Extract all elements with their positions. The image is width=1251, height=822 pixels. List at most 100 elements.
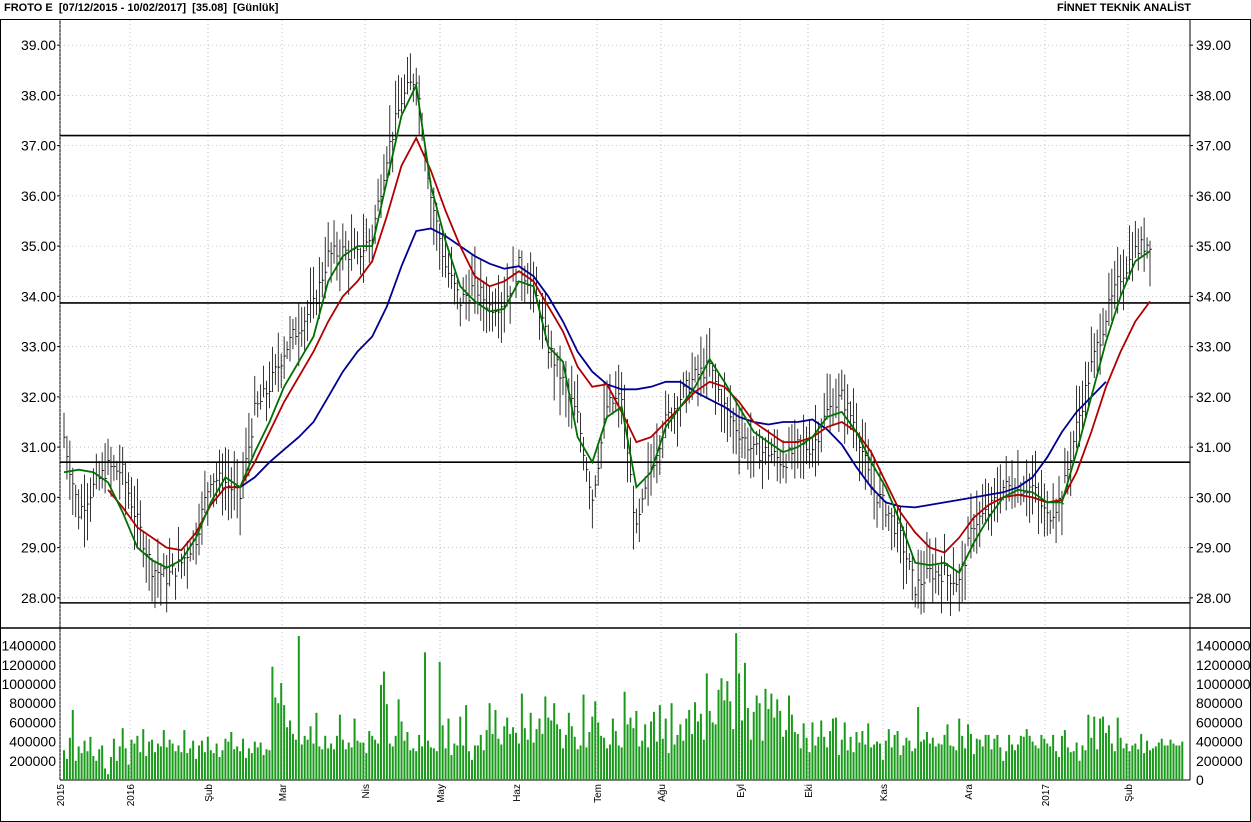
volume-bar xyxy=(418,734,421,780)
volume-bar xyxy=(550,720,553,780)
volume-bar xyxy=(647,747,650,780)
volume-bar xyxy=(858,742,861,780)
volume-bar xyxy=(714,724,717,780)
volume-bar xyxy=(1125,743,1128,780)
volume-bar xyxy=(104,768,107,780)
volume-bar xyxy=(556,724,559,780)
volume-bar xyxy=(805,737,808,780)
volume-bar xyxy=(174,751,177,780)
price-tick-right: 32.00 xyxy=(1196,389,1231,405)
ohlc-bars xyxy=(63,53,1152,616)
volume-bar xyxy=(432,748,435,780)
time-tick-label: Haz xyxy=(512,784,523,802)
volume-bar xyxy=(324,735,327,780)
volume-bar xyxy=(450,755,453,780)
volume-bar xyxy=(961,735,964,780)
volume-bar xyxy=(1084,750,1087,780)
volume-bar xyxy=(984,734,987,780)
volume-bar xyxy=(576,749,579,780)
volume-tick-left: 600000 xyxy=(9,714,56,730)
volume-bar xyxy=(755,695,758,780)
volume-bar xyxy=(330,743,333,780)
volume-bar xyxy=(151,739,154,780)
volume-bar xyxy=(68,737,71,780)
volume-bar xyxy=(608,744,611,780)
volume-bar xyxy=(300,744,303,780)
volume-bar xyxy=(1178,745,1181,780)
volume-bar xyxy=(283,705,286,780)
volume-bar xyxy=(547,717,550,780)
volume-bar xyxy=(1157,742,1160,780)
volume-bar xyxy=(1113,751,1116,780)
volume-bar xyxy=(849,736,852,780)
volume-bar xyxy=(80,753,83,780)
volume-bar xyxy=(567,712,570,780)
volume-bar xyxy=(685,718,688,780)
volume-bar xyxy=(793,732,796,780)
volume-bar xyxy=(462,745,465,780)
volume-bar xyxy=(71,709,74,780)
volume-bar xyxy=(491,733,494,780)
volume-bar xyxy=(1005,751,1008,780)
volume-bar xyxy=(227,741,230,780)
volume-bar xyxy=(790,714,793,780)
volume-bar xyxy=(394,735,397,780)
volume-bar xyxy=(1143,753,1146,780)
volume-bar xyxy=(1052,734,1055,780)
volume-bar xyxy=(978,739,981,780)
price-tick-left: 30.00 xyxy=(21,489,56,505)
volume-bar xyxy=(688,709,691,780)
volume-bar xyxy=(379,684,382,780)
volume-bar xyxy=(368,731,371,780)
volume-bar xyxy=(920,741,923,780)
volume-bar xyxy=(741,720,744,780)
volume-bar xyxy=(274,697,277,780)
volume-bar xyxy=(262,755,265,780)
volume-bar xyxy=(115,760,118,780)
volume-bar xyxy=(752,711,755,780)
volume-bar xyxy=(168,739,171,780)
volume-bar xyxy=(931,737,934,780)
volume-bar xyxy=(955,750,958,780)
price-tick-right: 34.00 xyxy=(1196,288,1231,304)
volume-bar xyxy=(1128,751,1131,780)
moving-average-mid xyxy=(107,136,1151,554)
volume-bar xyxy=(990,749,993,780)
volume-bar xyxy=(347,742,350,780)
volume-bar xyxy=(834,717,837,780)
volume-bar xyxy=(195,758,198,780)
volume-bar xyxy=(424,652,427,780)
volume-bar xyxy=(1119,737,1122,780)
volume-bar xyxy=(83,740,86,780)
volume-bar xyxy=(585,747,588,780)
volume-bar xyxy=(1060,735,1063,780)
price-tick-left: 28.00 xyxy=(21,590,56,606)
volume-bar xyxy=(582,694,585,780)
volume-bar xyxy=(206,736,209,780)
volume-bar xyxy=(638,746,641,780)
volume-bar xyxy=(890,747,893,780)
volume-bar xyxy=(1160,738,1163,780)
volume-bar xyxy=(1169,739,1172,780)
volume-bar xyxy=(664,718,667,780)
volume-bar xyxy=(359,742,362,780)
volume-bar xyxy=(156,743,159,780)
volume-bar xyxy=(1075,742,1078,780)
volume-bar xyxy=(911,751,914,780)
volume-bar xyxy=(529,712,532,780)
volume-bar xyxy=(159,746,162,780)
volume-bar xyxy=(670,703,673,780)
volume-bar xyxy=(244,757,247,780)
volume-bar xyxy=(732,729,735,780)
volume-bar xyxy=(770,693,773,780)
time-tick-label: Eyl xyxy=(736,784,747,798)
volume-bar xyxy=(406,732,409,780)
time-tick-label: Kas xyxy=(879,784,890,801)
volume-bar xyxy=(482,750,485,780)
volume-bar xyxy=(1102,716,1105,780)
volume-bar xyxy=(89,736,92,780)
volume-bar xyxy=(297,636,300,780)
price-tick-right: 31.00 xyxy=(1196,439,1231,455)
volume-bar xyxy=(846,750,849,780)
volume-bar xyxy=(456,745,459,780)
